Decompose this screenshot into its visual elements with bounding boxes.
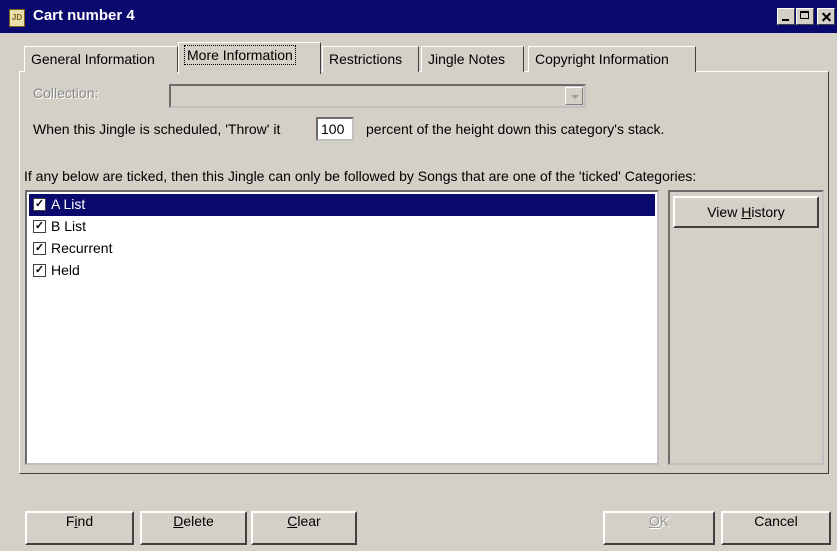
find-button[interactable]: Find: [25, 511, 134, 545]
chevron-down-icon[interactable]: [565, 87, 583, 105]
tab-copyright-information[interactable]: Copyright Information: [528, 46, 696, 72]
button-hotkey: D: [173, 513, 184, 529]
tab-restrictions[interactable]: Restrictions: [322, 46, 419, 72]
side-panel: [668, 190, 824, 465]
checkbox[interactable]: ✓: [33, 264, 46, 277]
button-label: lear: [297, 513, 321, 529]
button-hotkey: C: [287, 513, 298, 529]
button-hotkey: H: [741, 204, 752, 220]
list-item-label: Recurrent: [51, 240, 113, 256]
window-title: Cart number 4: [33, 7, 135, 24]
minimize-icon[interactable]: [777, 8, 795, 25]
close-icon[interactable]: [817, 8, 835, 25]
list-item-label: B List: [51, 218, 87, 234]
throw-label: When this Jingle is scheduled, 'Throw' i…: [33, 121, 281, 137]
ok-button[interactable]: OK: [603, 511, 715, 545]
list-item[interactable]: ✓ B List: [29, 216, 655, 238]
collection-label: Collection:: [33, 85, 99, 101]
list-item-label: A List: [51, 196, 86, 212]
list-item-label: Held: [51, 262, 80, 278]
tab-general-information[interactable]: General Information: [24, 46, 178, 72]
categories-list[interactable]: ✓ A List ✓ B List ✓ Recurrent ✓ Held: [25, 190, 659, 465]
checkbox[interactable]: ✓: [33, 198, 46, 211]
maximize-icon[interactable]: [796, 8, 814, 25]
button-label: elete: [183, 513, 214, 529]
app-icon: JD: [9, 9, 25, 27]
list-item[interactable]: ✓ Held: [29, 260, 655, 282]
tab-jingle-notes[interactable]: Jingle Notes: [421, 46, 524, 72]
delete-button[interactable]: Delete: [140, 511, 247, 545]
title-bar: JD Cart number 4: [0, 0, 837, 33]
throw-suffix-label: percent of the height down this category…: [366, 121, 665, 137]
tab-label: More Information: [184, 45, 296, 65]
button-label: View: [707, 204, 742, 220]
button-label: K: [659, 513, 670, 529]
ticked-categories-label: If any below are ticked, then this Jingl…: [24, 168, 697, 184]
throw-percent-input[interactable]: [316, 117, 354, 141]
checkbox[interactable]: ✓: [33, 242, 46, 255]
button-label: istory: [751, 204, 785, 220]
button-hotkey: O: [648, 513, 660, 529]
button-label: nd: [77, 513, 94, 529]
clear-button[interactable]: Clear: [251, 511, 357, 545]
list-item[interactable]: ✓ Recurrent: [29, 238, 655, 260]
list-item[interactable]: ✓ A List: [29, 194, 655, 216]
cancel-button[interactable]: Cancel: [721, 511, 831, 545]
checkbox[interactable]: ✓: [33, 220, 46, 233]
view-history-button[interactable]: View History: [673, 196, 819, 228]
tab-more-information[interactable]: More Information: [178, 42, 321, 74]
collection-combo[interactable]: [169, 84, 586, 108]
